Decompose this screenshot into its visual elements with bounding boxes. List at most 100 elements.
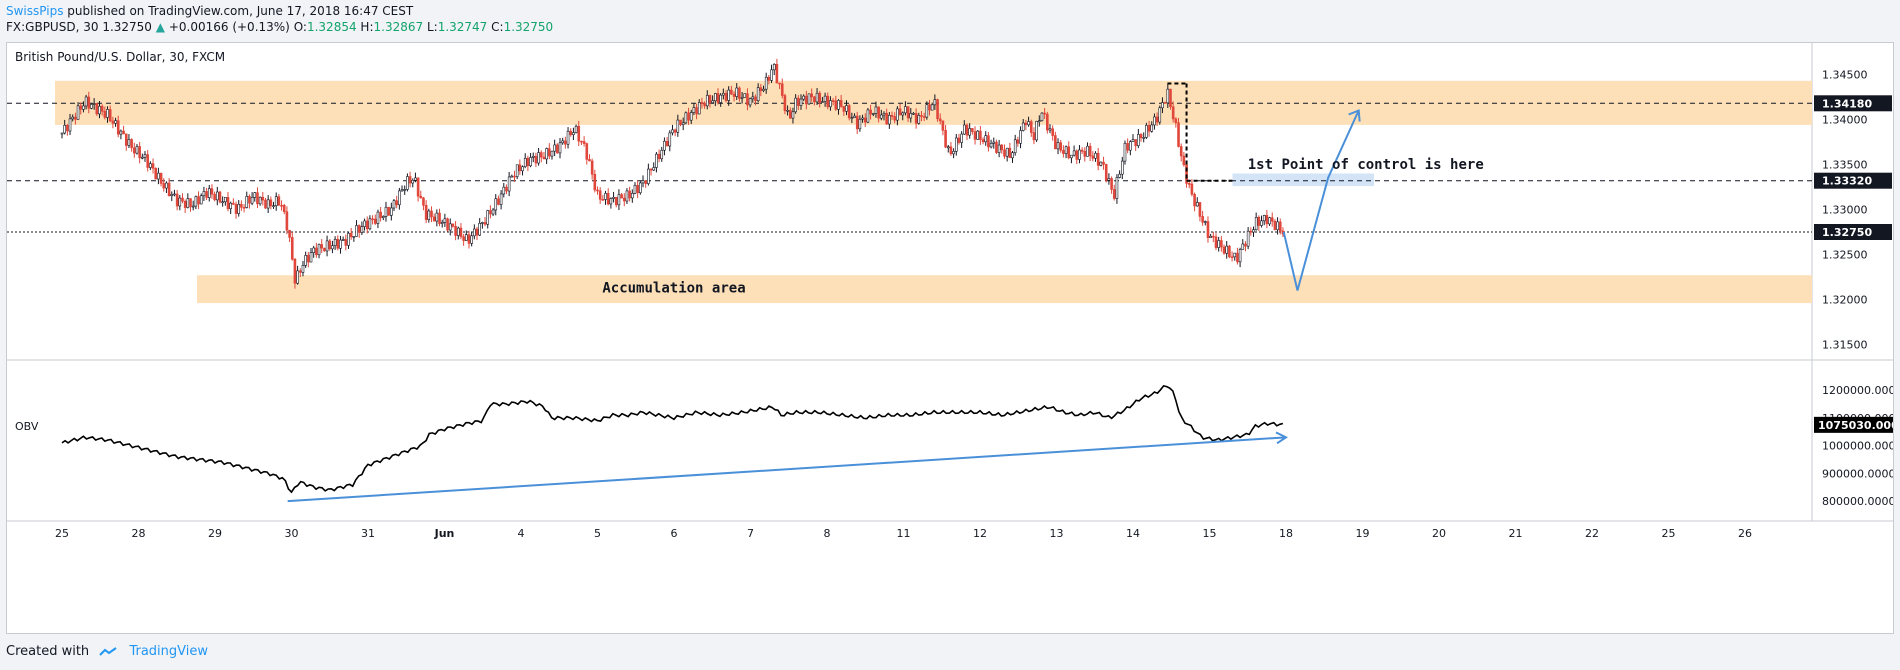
candle-body (526, 157, 530, 167)
candle-body (748, 98, 752, 106)
candle-body (1107, 178, 1111, 181)
candle-body (668, 132, 672, 147)
candle-body (387, 206, 390, 216)
candle-body (928, 104, 931, 111)
candle-body (505, 186, 508, 192)
candle-body (898, 108, 902, 116)
candle-body (622, 197, 626, 202)
header-bar: SwissPips published on TradingView.com, … (0, 0, 1900, 36)
candle-body (1230, 256, 1234, 259)
candle-body (475, 228, 479, 236)
candle-body (280, 205, 283, 207)
candle-body (435, 212, 439, 222)
candle-body (628, 190, 631, 199)
candle-body (384, 206, 388, 217)
candle-body (507, 176, 511, 192)
candle-body (1094, 152, 1097, 159)
candle-body (242, 207, 246, 209)
candle-body (770, 69, 773, 81)
candle-body (159, 172, 163, 184)
candle-body (901, 112, 905, 116)
candle-body (727, 89, 730, 101)
candle-body (617, 194, 621, 206)
candle-body (631, 192, 634, 199)
publish-line: SwissPips published on TradingView.com, … (6, 4, 413, 18)
candle-body (1021, 122, 1025, 131)
chart-panel[interactable]: 1st Point of control is here Accumulation… (6, 42, 1900, 634)
candle-body (1273, 220, 1277, 230)
candle-body (853, 115, 856, 119)
time-tick-label: 26 (1738, 527, 1752, 540)
candle-body (1083, 151, 1087, 157)
candle-body (714, 93, 717, 102)
candle-body (644, 180, 647, 184)
candle-body (1005, 147, 1009, 157)
candle-body (930, 104, 934, 111)
candle-body (1067, 146, 1071, 159)
candle-body (290, 237, 294, 260)
candle-body (494, 198, 498, 211)
candle-body (298, 270, 302, 273)
candle-body (1163, 102, 1167, 104)
candle-body (1158, 107, 1162, 123)
open-value: 1.32854 (306, 20, 357, 34)
candle-body (1048, 128, 1052, 131)
close-value: 1.32750 (503, 20, 554, 34)
candle-body (108, 109, 112, 122)
candle-body (451, 223, 455, 227)
candle-body (1072, 150, 1076, 156)
candle-body (218, 191, 222, 203)
candle-body (665, 140, 669, 147)
candle-body (1102, 161, 1105, 165)
candle-body (598, 190, 602, 200)
candle-body (751, 96, 755, 100)
author-link[interactable]: SwissPips (6, 4, 63, 18)
candle-body (79, 105, 83, 110)
candle-body (960, 133, 963, 143)
time-tick-label: 18 (1279, 527, 1293, 540)
candle-body (1078, 149, 1081, 160)
candle-body (205, 191, 208, 198)
candle-body (1206, 221, 1210, 238)
candle-body (660, 149, 664, 160)
tradingview-link[interactable]: TradingView (129, 644, 208, 659)
candle-body (175, 193, 179, 207)
candle-body (1046, 113, 1049, 131)
candle-body (657, 153, 661, 160)
candle-body (215, 191, 219, 201)
candle-body (87, 96, 91, 109)
candle-body (1193, 193, 1196, 207)
time-tick-label: 22 (1585, 527, 1599, 540)
candle-body (692, 107, 696, 113)
chart-canvas[interactable]: 1st Point of control is here Accumulation… (7, 43, 1900, 633)
candle-body (248, 196, 251, 204)
candle-body (1212, 235, 1215, 238)
candle-body (1262, 215, 1266, 222)
candle-body (481, 222, 484, 224)
candle-body (499, 193, 503, 205)
candle-body (743, 93, 747, 98)
time-tick-label: 12 (973, 527, 987, 540)
candle-body (636, 184, 639, 194)
candle-body (938, 118, 942, 122)
candle-body (869, 109, 872, 115)
candle-body (606, 193, 610, 205)
candle-body (1174, 118, 1178, 124)
candle-body (641, 180, 645, 184)
candle-body (697, 102, 701, 115)
candle-body (620, 194, 623, 199)
time-tick-label: 20 (1432, 527, 1446, 540)
candle-body (1145, 125, 1148, 138)
candle-body (730, 89, 733, 95)
candle-body (363, 220, 366, 227)
candle-body (826, 95, 830, 108)
obv-trend-line (287, 436, 1287, 503)
candle-body (473, 228, 476, 237)
candle-body (269, 199, 273, 207)
candle-body (76, 105, 80, 120)
candle-body (154, 168, 158, 180)
candle-body (336, 239, 340, 249)
candle-body (1013, 139, 1017, 153)
candle-body (365, 220, 369, 230)
candle-body (933, 99, 937, 106)
